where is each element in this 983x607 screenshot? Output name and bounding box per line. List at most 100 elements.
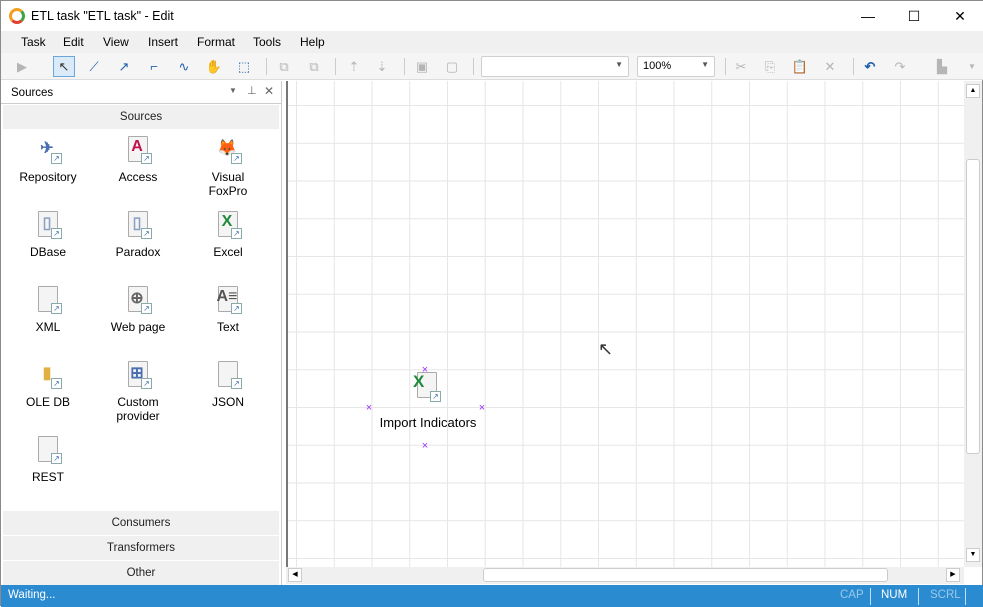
scroll-up-icon[interactable]: ▲ (966, 84, 980, 98)
menu-bar: Task Edit View Insert Format Tools Help (1, 31, 983, 53)
title-bar: ETL task "ETL task" - Edit — ☐ ✕ (1, 1, 983, 31)
source-item-text[interactable]: A≡ ↗ Text (183, 286, 273, 334)
source-item-xml[interactable]: ↗ XML (3, 286, 93, 334)
source-item-label: Custom provider (116, 395, 160, 423)
connection-handle[interactable]: × (420, 441, 430, 452)
group-other[interactable]: Other (3, 561, 279, 585)
status-bar: Waiting... CAP NUM SCRL (1, 585, 983, 607)
horizontal-scrollbar[interactable]: ◀ ▶ (286, 567, 964, 584)
source-item-label: Visual FoxPro (208, 170, 248, 198)
connection-handle[interactable]: × (477, 403, 487, 414)
node-label[interactable]: Import Indicators (358, 415, 498, 430)
group-consumers[interactable]: Consumers (3, 511, 279, 535)
run-icon[interactable]: ▶ (11, 56, 33, 77)
source-item-json[interactable]: ↗ JSON (183, 361, 273, 409)
source-item-access[interactable]: A ↗ Access (93, 136, 183, 184)
move-down-icon[interactable]: ⇣ (371, 56, 393, 77)
redo-icon[interactable]: ↷ (889, 56, 911, 77)
align-icon[interactable]: ▙ (931, 56, 953, 77)
group-sources[interactable]: Sources (3, 105, 279, 129)
elbow-connector-icon[interactable]: ⌐ (143, 56, 165, 77)
minimize-button[interactable]: — (845, 1, 891, 31)
select-area-icon[interactable]: ⬚ (233, 56, 255, 77)
num-lock-indicator: NUM (881, 589, 908, 601)
toolbar-overflow-icon[interactable]: ▼ (961, 56, 983, 77)
copy-icon[interactable]: ⎘ (759, 56, 781, 77)
panel-title: Sources (11, 87, 54, 99)
source-item-label: Access (118, 170, 158, 184)
undo-icon[interactable]: ↶ (859, 56, 881, 77)
source-item-visual-foxpro[interactable]: 🦊 ↗ Visual FoxPro (183, 136, 273, 198)
pin-icon[interactable]: ⊥ (247, 84, 257, 97)
arrow-line-tool-icon[interactable]: ↗ (113, 56, 135, 77)
source-item-ole-db[interactable]: ▮ ↗ OLE DB (3, 361, 93, 409)
horizontal-scroll-thumb[interactable] (483, 568, 888, 582)
curve-connector-icon[interactable]: ∿ (173, 56, 195, 77)
database-file-icon: ▯ ↗ (34, 211, 62, 239)
menu-format[interactable]: Format (197, 35, 235, 49)
source-item-label: Paradox (115, 245, 161, 259)
send-back-icon[interactable]: ⧉ (303, 56, 325, 77)
ungroup-icon[interactable]: ▢ (441, 56, 463, 77)
source-item-custom-provider[interactable]: ⊞ ↗ Custom provider (93, 361, 183, 423)
menu-tools[interactable]: Tools (253, 35, 281, 49)
source-item-label: REST (31, 470, 64, 484)
divider (870, 588, 871, 605)
code-icon: ↗ (34, 286, 62, 314)
source-item-dbase[interactable]: ▯ ↗ DBase (3, 211, 93, 259)
separator (335, 58, 336, 75)
pan-hand-icon[interactable]: ✋ (203, 56, 225, 77)
source-item-label: Text (216, 320, 239, 334)
delete-icon[interactable]: ✕ (819, 56, 841, 77)
vertical-scroll-thumb[interactable] (966, 159, 980, 454)
scroll-down-icon[interactable]: ▼ (966, 548, 980, 562)
group-transformers[interactable]: Transformers (3, 536, 279, 560)
connection-handle[interactable]: × (364, 403, 374, 414)
code-icon: ↗ (34, 436, 62, 464)
excel-icon[interactable]: X ↗ (413, 372, 441, 402)
app-logo-icon (9, 8, 25, 24)
cylinder-icon: ▮ ↗ (34, 361, 62, 389)
status-text: Waiting... (8, 589, 56, 601)
move-up-icon[interactable]: ⇡ (343, 56, 365, 77)
sources-panel: Sources ▼ ⊥ ✕ Sources ✈ ↗ Repository A ↗ Acce… (1, 81, 282, 585)
caps-lock-indicator: CAP (840, 589, 864, 601)
panel-close-icon[interactable]: ✕ (264, 84, 274, 98)
excel-icon: X ↗ (214, 211, 242, 239)
fox-icon: 🦊 ↗ (214, 136, 242, 164)
separator (725, 58, 726, 75)
source-item-label: DBase (29, 245, 67, 259)
group-icon[interactable]: ▣ (411, 56, 433, 77)
vertical-scrollbar[interactable]: ▲ ▼ (964, 81, 982, 567)
source-item-repository[interactable]: ✈ ↗ Repository (3, 136, 93, 184)
source-item-paradox[interactable]: ▯ ↗ Paradox (93, 211, 183, 259)
scroll-right-icon[interactable]: ▶ (946, 568, 960, 582)
separator (473, 58, 474, 75)
divider (965, 588, 966, 605)
source-item-excel[interactable]: X ↗ Excel (183, 211, 273, 259)
menu-edit[interactable]: Edit (63, 35, 84, 49)
mouse-cursor-icon: ↖ (598, 339, 614, 359)
scroll-left-icon[interactable]: ◀ (288, 568, 302, 582)
connection-handle[interactable]: × (420, 365, 430, 376)
cut-icon[interactable]: ✂ (730, 56, 752, 77)
menu-view[interactable]: View (103, 35, 129, 49)
code-icon: ↗ (214, 361, 242, 389)
bring-front-icon[interactable]: ⧉ (273, 56, 295, 77)
source-item-web-page[interactable]: ⊕ ↗ Web page (93, 286, 183, 334)
source-item-rest[interactable]: ↗ REST (3, 436, 93, 484)
pointer-tool-icon[interactable]: ↖ (53, 56, 75, 77)
divider (918, 588, 919, 605)
menu-help[interactable]: Help (300, 35, 325, 49)
paste-icon[interactable]: 📋 (789, 56, 811, 77)
diagram-canvas[interactable]: X ↗ Import Indicators × × × × ↖ (286, 81, 964, 567)
close-button[interactable]: ✕ (937, 1, 983, 31)
line-tool-icon[interactable]: ⟋ (83, 56, 105, 77)
maximize-button[interactable]: ☐ (891, 1, 937, 31)
zoom-value: 100% (643, 60, 672, 72)
panel-menu-icon[interactable]: ▼ (229, 86, 237, 95)
zoom-combo[interactable]: 100% ▼ (637, 56, 715, 77)
style-combo[interactable]: ▼ (481, 56, 629, 77)
menu-insert[interactable]: Insert (148, 35, 178, 49)
menu-task[interactable]: Task (21, 35, 46, 49)
